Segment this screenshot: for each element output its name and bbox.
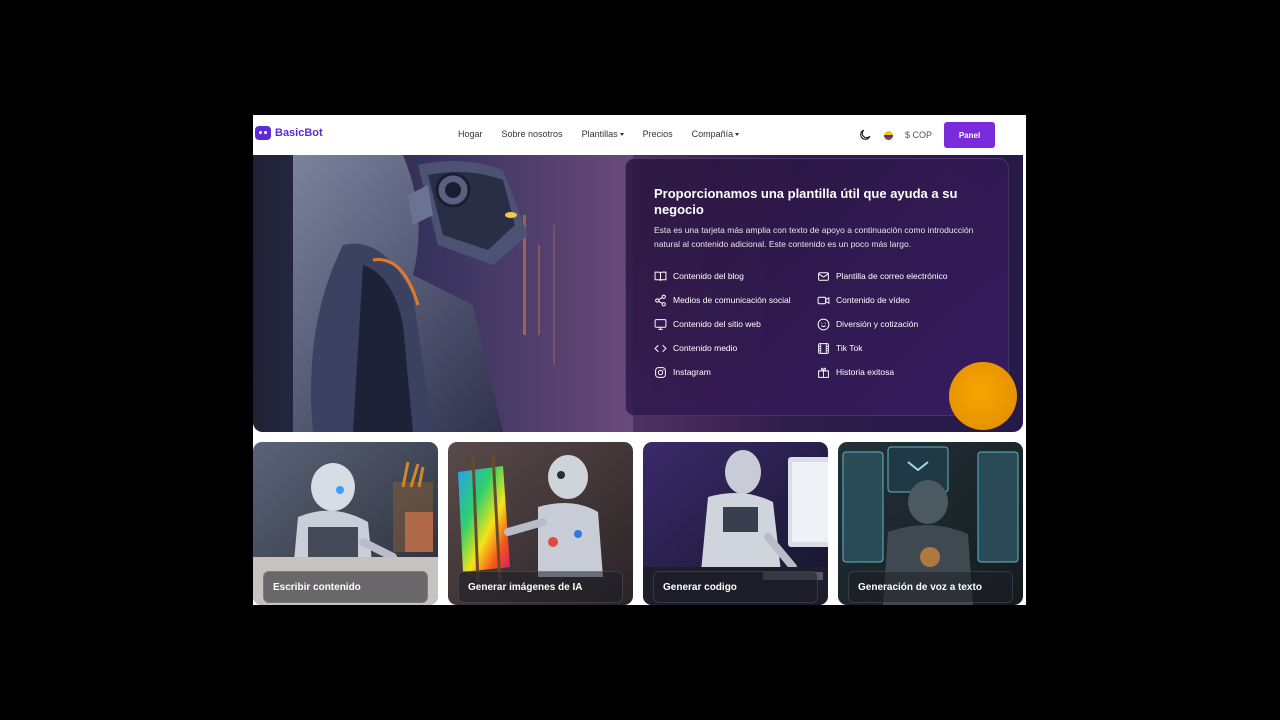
- smile-icon: [817, 318, 830, 330]
- feature-label: Contenido del blog: [673, 271, 744, 281]
- instagram-icon: [655, 366, 666, 378]
- feature-label: Medios de comunicación social: [673, 295, 791, 305]
- nav-item-plantillas[interactable]: Plantillas: [582, 129, 624, 139]
- feature-item-fun[interactable]: Diversión y cotización: [817, 317, 987, 331]
- video-icon: [817, 296, 830, 304]
- browser-viewport: BasicBot Hogar Sobre nosotros Plantillas…: [253, 115, 1026, 605]
- feature-item-social[interactable]: Medios de comunicación social: [654, 293, 817, 307]
- panel-button[interactable]: Panel: [944, 122, 995, 148]
- feature-item-medium[interactable]: Contenido medio: [654, 341, 817, 355]
- hero-description: Esta es una tarjeta más amplia con texto…: [654, 225, 974, 249]
- nav-item-plantillas-label: Plantillas: [581, 129, 618, 139]
- main-nav: Hogar Sobre nosotros Plantillas Precios …: [458, 129, 740, 139]
- feature-label: Diversión y cotización: [836, 319, 919, 329]
- floating-orb: [949, 362, 1017, 430]
- hero-section: Proporcionamos una plantilla útil que ay…: [253, 155, 1023, 432]
- feature-label: Plantilla de correo electrónico: [836, 271, 948, 281]
- feature-label: Contenido del sitio web: [673, 319, 761, 329]
- film-icon: [818, 342, 829, 354]
- feature-label: Instagram: [673, 367, 711, 377]
- feature-item-video[interactable]: Contenido de vídeo: [817, 293, 987, 307]
- colombia-flag-icon[interactable]: [883, 130, 893, 140]
- share-icon: [655, 294, 666, 306]
- hero-info-card: Proporcionamos una plantilla útil que ay…: [625, 158, 1009, 416]
- card-label: Generar codigo: [653, 571, 818, 603]
- feature-label: Tik Tok: [836, 343, 863, 353]
- hero-title: Proporcionamos una plantilla útil que ay…: [654, 186, 958, 217]
- feature-item-tiktok[interactable]: Tik Tok: [817, 341, 987, 355]
- nav-item-precios[interactable]: Precios: [643, 129, 673, 139]
- card-label: Escribir contenido: [263, 571, 428, 603]
- nav-item-sobre-nosotros[interactable]: Sobre nosotros: [502, 129, 563, 139]
- currency-selector[interactable]: $ COP: [905, 130, 932, 140]
- card-label: Generación de voz a texto: [848, 571, 1013, 603]
- top-navbar: BasicBot Hogar Sobre nosotros Plantillas…: [253, 115, 1026, 155]
- card-write-content[interactable]: Escribir contenido: [253, 442, 438, 605]
- nav-item-compania[interactable]: Compañía: [692, 129, 740, 139]
- header-actions: $ COP Panel: [858, 122, 995, 148]
- nav-item-hogar[interactable]: Hogar: [458, 129, 483, 139]
- code-icon: [654, 344, 667, 352]
- book-icon: [654, 271, 667, 281]
- card-generate-code[interactable]: Generar codigo: [643, 442, 828, 605]
- brand-name: BasicBot: [275, 127, 323, 139]
- tool-cards: Escribir contenido Generar imágenes de I…: [253, 442, 1026, 605]
- feature-label: Contenido de vídeo: [836, 295, 910, 305]
- feature-item-instagram[interactable]: Instagram: [654, 365, 817, 379]
- card-generate-images[interactable]: Generar imágenes de IA: [448, 442, 633, 605]
- feature-label: Historia exitosa: [836, 367, 895, 377]
- caret-down-icon: [619, 133, 624, 137]
- feature-item-blog[interactable]: Contenido del blog: [654, 269, 817, 283]
- hero-robot-image: [253, 155, 633, 432]
- gift-icon: [818, 367, 829, 378]
- feature-label: Contenido medio: [673, 343, 738, 353]
- feature-item-email[interactable]: Plantilla de correo electrónico: [817, 269, 987, 283]
- monitor-icon: [654, 318, 667, 330]
- card-label: Generar imágenes de IA: [458, 571, 623, 603]
- nav-item-compania-label: Compañía: [691, 129, 734, 139]
- card-speech-to-text[interactable]: Generación de voz a texto: [838, 442, 1023, 605]
- feature-item-website[interactable]: Contenido del sitio web: [654, 317, 817, 331]
- robot-logo-icon: [255, 126, 271, 140]
- feature-list: Contenido del blog Plantilla de correo e…: [654, 269, 994, 379]
- dark-mode-toggle-icon[interactable]: [858, 128, 872, 142]
- mail-icon: [818, 271, 829, 281]
- caret-down-icon: [735, 133, 740, 137]
- brand-link[interactable]: BasicBot: [255, 126, 323, 140]
